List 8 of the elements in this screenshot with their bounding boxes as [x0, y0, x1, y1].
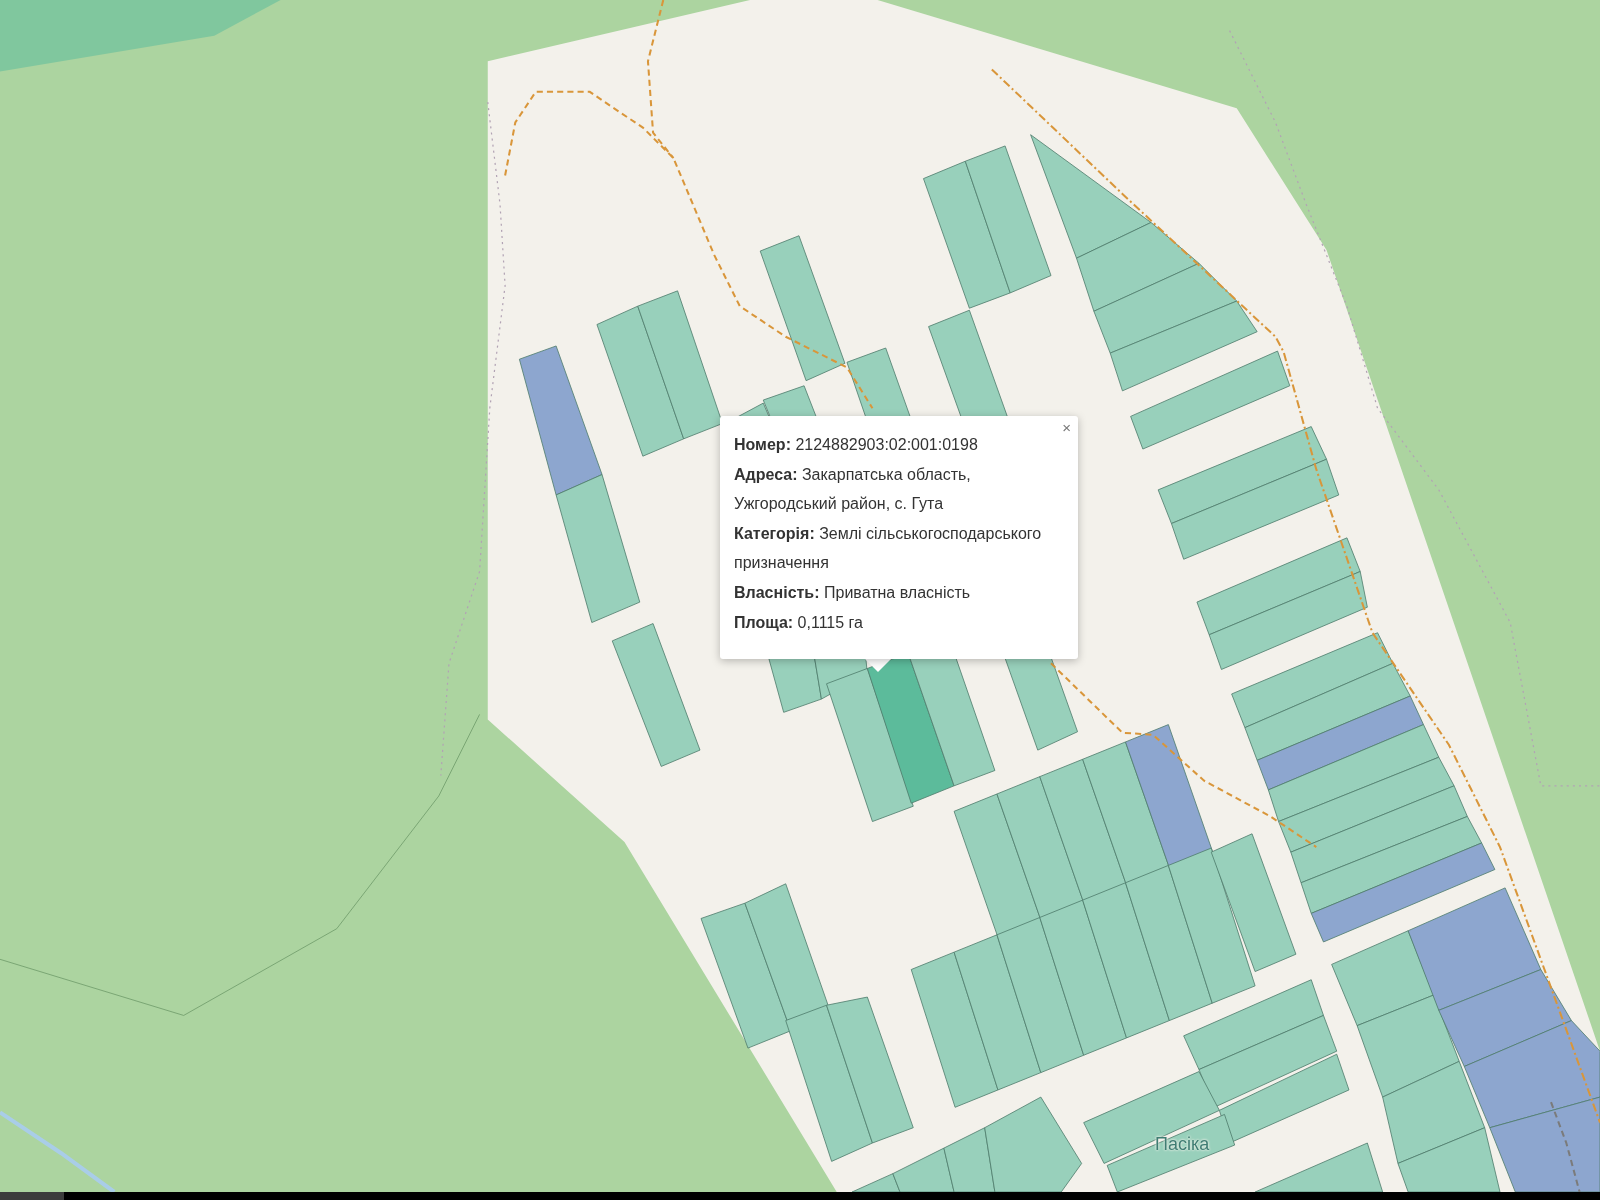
- place-label: Пасіка: [1155, 1133, 1210, 1155]
- close-button[interactable]: ×: [1060, 418, 1073, 438]
- popup-text: Площа: 0,1115 га: [734, 612, 864, 633]
- popup-text: Власність: Приватна власність: [734, 582, 972, 603]
- popup-text: Адреса: Закарпатська область, Ужгородський район, с. Гута: [734, 464, 972, 515]
- progress-track[interactable]: [0, 1192, 1600, 1200]
- popup-text: Категорія: Землі сільськогосподарського призначення: [734, 523, 1043, 574]
- popup-text: Номер: 2124882903:02:001:0198: [734, 435, 979, 455]
